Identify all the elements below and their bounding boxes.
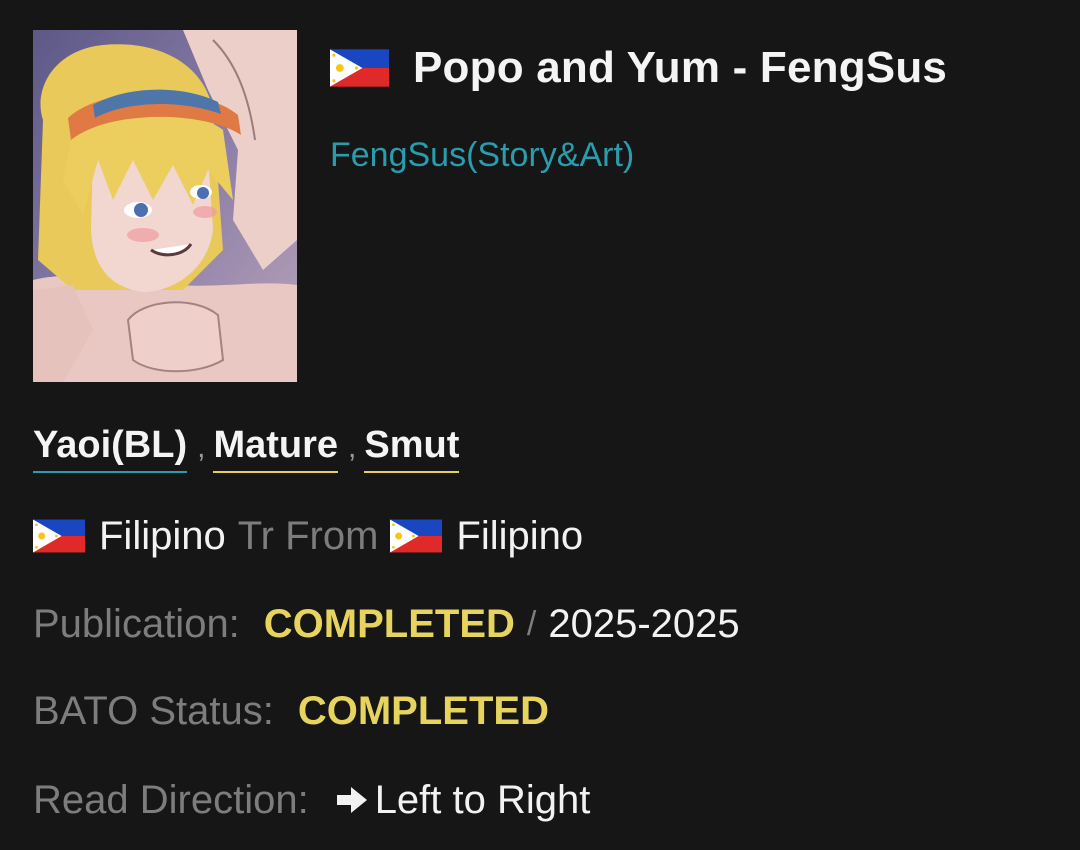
read-direction-label: Read Direction: <box>33 777 309 822</box>
genre-separator: , <box>348 431 357 464</box>
bato-status-label: BATO Status: <box>33 688 274 733</box>
cover-illustration <box>33 30 297 382</box>
read-direction-value: Left to Right <box>374 777 591 822</box>
right-arrow-icon <box>335 786 369 814</box>
philippines-flag-icon <box>330 49 389 87</box>
cover-image[interactable] <box>33 30 297 382</box>
read-direction-row: Read Direction: Left to Right <box>33 776 590 824</box>
tr-from-label: Tr From <box>237 513 379 558</box>
genre-tag-mature[interactable]: Mature <box>213 424 339 473</box>
genre-separator: , <box>197 431 206 464</box>
bato-status-row: BATO Status: COMPLETED <box>33 687 549 735</box>
comic-info-page: Popo and Yum - FengSus FengSus(Story&Art… <box>0 0 1080 850</box>
genre-tag-smut[interactable]: Smut <box>364 424 460 473</box>
genre-list: Yaoi(BL) , Mature , Smut <box>33 424 460 473</box>
original-language: Filipino <box>456 513 584 558</box>
language-row: Filipino Tr From Filipino <box>33 512 583 560</box>
title-row: Popo and Yum - FengSus <box>330 40 947 96</box>
bato-status-value: COMPLETED <box>297 688 549 733</box>
publication-status: COMPLETED <box>263 601 515 646</box>
author-link[interactable]: FengSus(Story&Art) <box>330 136 634 175</box>
comic-title: Popo and Yum - FengSus <box>413 43 948 92</box>
translated-language: Filipino <box>99 513 226 558</box>
publication-years: 2025-2025 <box>548 601 740 646</box>
publication-label: Publication: <box>33 601 240 646</box>
philippines-flag-icon <box>33 519 85 553</box>
publication-separator: / <box>526 604 537 643</box>
genre-tag-yaoi[interactable]: Yaoi(BL) <box>33 424 188 473</box>
philippines-flag-icon <box>390 519 443 553</box>
publication-row: Publication: COMPLETED / 2025-2025 <box>33 600 740 648</box>
